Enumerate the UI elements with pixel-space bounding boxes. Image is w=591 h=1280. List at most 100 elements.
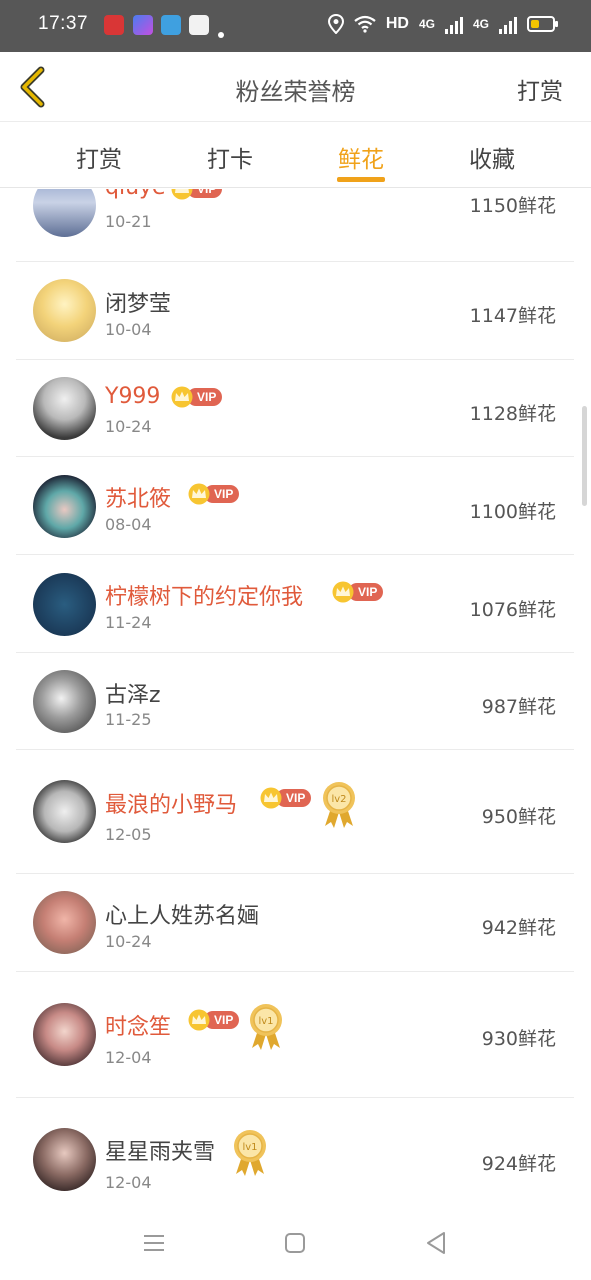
list-item[interactable]: qiuye VIP 10-21 1150鲜花 bbox=[16, 189, 574, 262]
app-notification-icon bbox=[189, 15, 209, 35]
fan-date: 12-05 bbox=[105, 825, 152, 844]
status-right-group: HD 4G 4G bbox=[327, 14, 558, 34]
fan-name: 柠檬树下的约定你我 bbox=[105, 585, 304, 610]
fan-date: 10-21 bbox=[105, 212, 152, 231]
menu-button[interactable] bbox=[139, 1230, 169, 1256]
network-type-label: 4G bbox=[418, 17, 435, 31]
fan-date: 08-04 bbox=[105, 515, 152, 534]
fan-date: 12-04 bbox=[105, 1048, 152, 1067]
fan-name: 时念笙 bbox=[105, 1015, 172, 1040]
system-nav-bar bbox=[0, 1206, 591, 1280]
medal-level-label: lv1 bbox=[242, 1142, 257, 1153]
fan-name: 心上人姓苏名婳 bbox=[105, 904, 260, 929]
status-bar: 17:37 HD 4G 4G bbox=[0, 0, 591, 52]
list-item[interactable]: 苏北筱 VIP 08-04 1100鲜花 bbox=[16, 457, 574, 555]
fan-date: 10-04 bbox=[105, 320, 152, 339]
tab-flowers[interactable]: 鲜花 bbox=[321, 140, 401, 174]
crown-icon bbox=[332, 581, 354, 603]
flower-count: 930鲜花 bbox=[481, 1028, 556, 1050]
vip-badge: VIP bbox=[169, 189, 223, 200]
page-title: 粉丝荣誉榜 bbox=[235, 78, 356, 106]
vip-badge: VIP bbox=[186, 1009, 240, 1031]
level-medal-icon: lv1 bbox=[250, 1004, 282, 1050]
fan-date: 11-24 bbox=[105, 613, 152, 632]
fan-date: 11-25 bbox=[105, 710, 152, 729]
medal-level-label: lv2 bbox=[331, 794, 346, 805]
flower-count: 1128鲜花 bbox=[469, 403, 556, 425]
list-item[interactable]: 柠檬树下的约定你我 VIP 11-24 1076鲜花 bbox=[16, 555, 574, 653]
app-notification-icon bbox=[133, 15, 153, 35]
status-time: 17:37 bbox=[38, 13, 89, 34]
app-notification-icon bbox=[104, 15, 124, 35]
flower-count: 924鲜花 bbox=[481, 1153, 556, 1175]
reward-button[interactable]: 打赏 bbox=[517, 72, 563, 106]
crown-icon bbox=[260, 787, 282, 809]
flower-count: 1147鲜花 bbox=[469, 305, 556, 327]
avatar bbox=[33, 189, 96, 237]
list-item[interactable]: Y999 VIP 10-24 1128鲜花 bbox=[16, 360, 574, 457]
vip-badge: VIP bbox=[258, 787, 312, 809]
fan-name: 最浪的小野马 bbox=[105, 793, 238, 818]
crown-icon bbox=[171, 386, 193, 408]
flower-count: 987鲜花 bbox=[481, 696, 556, 718]
fan-name: 古泽z bbox=[105, 683, 161, 708]
list-item[interactable]: 古泽z 11-25 987鲜花 bbox=[16, 653, 574, 750]
fan-name: qiuye bbox=[105, 189, 166, 200]
avatar bbox=[33, 1128, 96, 1191]
flower-count: 1100鲜花 bbox=[469, 501, 556, 523]
fan-ranking-list: qiuye VIP 10-21 1150鲜花 闭梦莹 10-04 1147鲜花 … bbox=[0, 189, 591, 1206]
square-home-icon bbox=[285, 1233, 305, 1253]
avatar bbox=[33, 670, 96, 733]
location-icon bbox=[327, 14, 344, 34]
avatar bbox=[33, 1003, 96, 1066]
tab-favorites[interactable]: 收藏 bbox=[452, 140, 532, 174]
battery-icon bbox=[527, 16, 558, 32]
avatar bbox=[33, 279, 96, 342]
list-item[interactable]: 星星雨夹雪 lv1 12-04 924鲜花 bbox=[16, 1098, 574, 1206]
fan-name: 苏北筱 bbox=[105, 487, 172, 512]
flower-count: 1076鲜花 bbox=[469, 599, 556, 621]
avatar bbox=[33, 891, 96, 954]
app-notification-icon bbox=[161, 15, 181, 35]
system-back-button[interactable] bbox=[421, 1230, 451, 1256]
network-type-label: 4G bbox=[472, 17, 489, 31]
list-item[interactable]: 最浪的小野马 VIP lv2 12-05 950鲜花 bbox=[16, 750, 574, 874]
medal-level-label: lv1 bbox=[258, 1016, 273, 1027]
fan-name: Y999 bbox=[105, 384, 161, 409]
app-header: 粉丝荣誉榜 打赏 bbox=[0, 52, 591, 122]
flower-count: 950鲜花 bbox=[481, 806, 556, 828]
avatar bbox=[33, 573, 96, 636]
list-item[interactable]: 时念笙 VIP lv1 12-04 930鲜花 bbox=[16, 972, 574, 1098]
list-item[interactable]: 心上人姓苏名婳 10-24 942鲜花 bbox=[16, 874, 574, 972]
crown-icon bbox=[188, 1009, 210, 1031]
fan-date: 10-24 bbox=[105, 932, 152, 951]
tab-checkin[interactable]: 打卡 bbox=[190, 140, 270, 174]
vip-badge: VIP bbox=[330, 581, 384, 603]
avatar bbox=[33, 475, 96, 538]
tab-bar: 打赏 打卡 鲜花 收藏 bbox=[0, 122, 591, 188]
fan-date: 10-24 bbox=[105, 417, 152, 436]
level-medal-icon: lv1 bbox=[234, 1130, 266, 1176]
avatar bbox=[33, 780, 96, 843]
scrollbar[interactable] bbox=[582, 406, 587, 506]
tab-reward[interactable]: 打赏 bbox=[59, 140, 139, 174]
home-button[interactable] bbox=[280, 1230, 310, 1256]
wifi-icon bbox=[354, 15, 376, 33]
active-tab-indicator bbox=[337, 177, 385, 182]
fan-date: 12-04 bbox=[105, 1173, 152, 1192]
triangle-back-icon bbox=[427, 1232, 445, 1254]
avatar bbox=[33, 377, 96, 440]
flower-count: 1150鲜花 bbox=[469, 195, 556, 217]
fan-name: 星星雨夹雪 bbox=[105, 1140, 216, 1165]
vip-badge: VIP bbox=[186, 483, 240, 505]
menu-icon bbox=[144, 1235, 164, 1251]
signal-icon bbox=[499, 14, 517, 34]
vip-badge: VIP bbox=[169, 386, 223, 408]
flower-count: 942鲜花 bbox=[481, 917, 556, 939]
hd-label: HD bbox=[385, 15, 409, 32]
crown-icon bbox=[171, 189, 193, 200]
crown-icon bbox=[188, 483, 210, 505]
fan-name: 闭梦莹 bbox=[105, 292, 172, 317]
level-medal-icon: lv2 bbox=[323, 782, 355, 828]
list-item[interactable]: 闭梦莹 10-04 1147鲜花 bbox=[16, 262, 574, 360]
